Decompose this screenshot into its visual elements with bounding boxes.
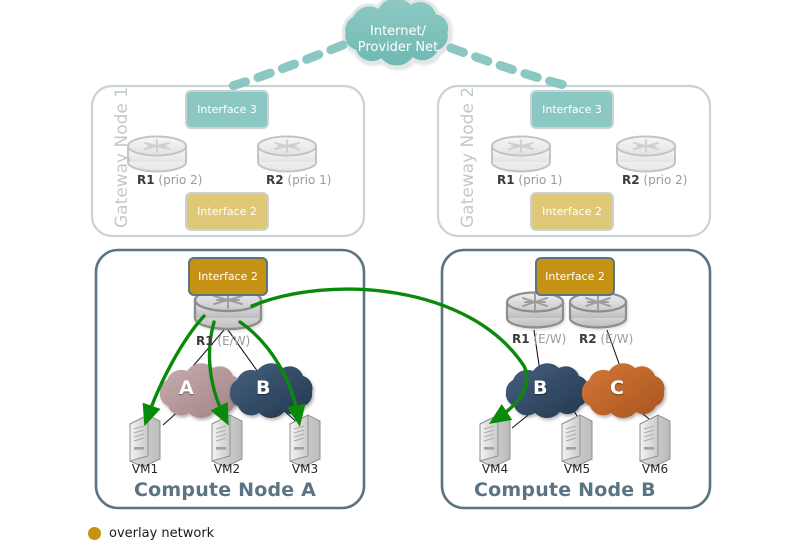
compute-a-r1-note: (E/W) [217,334,251,348]
compute-b-cloud-c-letter: C [610,377,624,399]
compute-b-router-r2-icon [568,291,628,329]
compute-b-vm4-icon [479,414,511,468]
compute-b-r2-note: (E/W) [600,332,634,346]
gw1-router-r1-label: R1 (prio 2) [137,173,202,187]
compute-b-router-r2-label: R2 (E/W) [579,332,633,346]
compute-a-router-r1-label: R1 (E/W) [196,334,250,348]
compute-a-cloud-a-letter: A [179,377,194,399]
compute-a-vm3-icon [289,414,321,468]
gw2-r1-name: R1 [497,173,515,187]
compute-a-vm1-icon [129,414,161,468]
gw2-r2-note: (prio 2) [643,173,688,187]
compute-b-cloud-b-letter: B [533,377,548,399]
legend-overlay-network-dot-icon [88,527,101,540]
compute-node-b-title: Compute Node B [474,479,656,501]
gw2-r2-name: R2 [622,173,640,187]
gw1-r2-note: (prio 1) [287,173,332,187]
compute-a-vm2-label: VM2 [213,462,241,476]
compute-b-vm5-label: VM5 [563,462,591,476]
compute-a-vm2-icon [211,414,243,468]
compute-b-r1-note: (E/W) [533,332,567,346]
compute-a-r1-name: R1 [196,334,214,348]
gw1-interface-2-box[interactable]: Interface 2 [185,192,269,231]
gw1-router-r2-icon [257,135,317,173]
compute-a-vm1-label: VM1 [131,462,159,476]
gw1-r2-name: R2 [266,173,284,187]
compute-a-vm3-label: VM3 [291,462,319,476]
compute-b-vm4-label: VM4 [481,462,509,476]
legend: overlay network [88,526,214,541]
diagram-canvas [90,0,712,510]
internet-cloud-label: Internet/ Provider Net [357,24,439,55]
gw2-router-r2-icon [616,135,676,173]
gw1-router-r1-icon [127,135,187,173]
network-topology-diagram: Internet/ Provider Net Gateway Node 1 In… [0,0,794,560]
gw1-interface-3-box[interactable]: Interface 3 [185,90,269,129]
gateway-node-2-title: Gateway Node 2 [458,86,478,228]
compute-a-cloud-b-letter: B [256,377,271,399]
compute-b-r2-name: R2 [579,332,597,346]
compute-b-vm5-icon [561,414,593,468]
compute-b-vm6-label: VM6 [641,462,669,476]
gw2-interface-2-box[interactable]: Interface 2 [530,192,614,231]
internet-to-gateway1-link [227,40,348,91]
gw1-r1-note: (prio 2) [158,173,203,187]
compute-b-r1-name: R1 [512,332,530,346]
gw2-r1-note: (prio 1) [518,173,563,187]
gateway-node-1-title: Gateway Node 1 [112,86,132,228]
gw1-router-r2-label: R2 (prio 1) [266,173,331,187]
compute-b-router-r1-icon [505,291,565,329]
gw2-router-r2-label: R2 (prio 2) [622,173,687,187]
internet-to-gateway2-link [446,43,577,92]
gw2-router-r1-icon [491,135,551,173]
gw2-router-r1-label: R1 (prio 1) [497,173,562,187]
compute-b-vm6-icon [639,414,671,468]
compute-b-interface-2-box[interactable]: Interface 2 [535,257,615,296]
legend-overlay-network-label: overlay network [109,526,215,541]
compute-b-router-r1-label: R1 (E/W) [512,332,566,346]
gw1-r1-name: R1 [137,173,155,187]
compute-a-interface-2-box[interactable]: Interface 2 [188,257,268,296]
gw2-interface-3-box[interactable]: Interface 3 [530,90,614,129]
compute-node-a-title: Compute Node A [134,479,317,501]
